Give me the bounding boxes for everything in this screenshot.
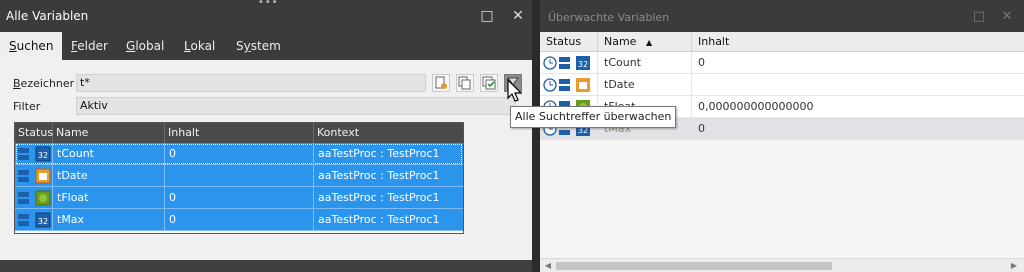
- table-row[interactable]: 32 tCount 0: [540, 52, 1024, 74]
- column-header-inhalt[interactable]: Inhalt: [692, 32, 1024, 52]
- mouse-cursor-icon: [507, 78, 523, 102]
- scroll-left-icon[interactable]: ◀: [542, 260, 554, 272]
- inhalt-cell: [692, 74, 1024, 96]
- date-type-icon: [576, 78, 590, 92]
- check-all-icon[interactable]: [480, 74, 498, 92]
- inhalt-cell: 0: [165, 209, 314, 231]
- filter-dropdown[interactable]: Aktiv: [76, 97, 516, 115]
- filter-label: Filter: [13, 100, 41, 113]
- tab-system[interactable]: System: [227, 32, 290, 60]
- copy-icon[interactable]: [456, 74, 474, 92]
- inhalt-cell: [165, 165, 314, 187]
- int-type-icon: 32: [576, 56, 590, 70]
- tab-bar: Suchen Felder Global Lokal System: [0, 32, 532, 60]
- table-row[interactable]: tFloat 0 aaTestProc : TestProc1: [15, 187, 463, 209]
- title-bar[interactable]: Überwachte Variablen □ ✕: [540, 0, 1024, 32]
- table-row[interactable]: tDate aaTestProc : TestProc1: [15, 165, 463, 187]
- grid-header: Status Name ▲ Inhalt: [540, 32, 1024, 52]
- name-cell: tCount: [53, 143, 165, 165]
- kontext-cell: aaTestProc : TestProc1: [318, 191, 440, 204]
- int-type-icon: 32: [35, 212, 51, 228]
- name-cell: tCount: [598, 52, 692, 74]
- status-cell: [15, 187, 53, 209]
- svg-text:32: 32: [38, 217, 48, 226]
- kontext-cell: aaTestProc : TestProc1: [318, 213, 440, 226]
- maximize-button[interactable]: □: [970, 8, 988, 26]
- close-button[interactable]: ✕: [998, 8, 1016, 26]
- window-title: Alle Variablen: [6, 9, 89, 23]
- grid-header: Status Name Inhalt Kontext: [15, 123, 463, 143]
- status-cell: 32: [15, 209, 53, 231]
- inhalt-cell: 0: [698, 56, 705, 69]
- status-cell: 32: [540, 52, 598, 74]
- column-header-name[interactable]: Name: [53, 123, 165, 143]
- status-cell: 32: [15, 143, 53, 165]
- clock-icon: [543, 78, 557, 92]
- inhalt-cell: 0: [165, 187, 314, 209]
- kontext-cell: aaTestProc : TestProc1: [318, 147, 440, 160]
- scroll-right-icon[interactable]: ▶: [1008, 260, 1020, 272]
- clock-icon: [543, 56, 557, 70]
- search-results-grid: Status Name Inhalt Kontext 32 tCount 0 a…: [14, 122, 464, 234]
- table-row[interactable]: tDate: [540, 74, 1024, 96]
- variable-icon: [559, 79, 570, 91]
- tab-suchen[interactable]: Suchen: [0, 32, 63, 60]
- name-cell: tDate: [53, 165, 165, 187]
- title-bar[interactable]: Alle Variablen ••• □ ✕: [0, 0, 532, 32]
- kontext-cell: aaTestProc : TestProc1: [318, 169, 440, 182]
- date-type-icon: [35, 168, 51, 184]
- table-row[interactable]: 32 tCount 0 aaTestProc : TestProc1: [15, 143, 463, 165]
- column-header-kontext[interactable]: Kontext: [314, 123, 463, 143]
- column-header-status[interactable]: Status: [15, 123, 53, 143]
- int-type-icon: 32: [35, 146, 51, 162]
- inhalt-cell: 0: [698, 122, 705, 135]
- all-variables-window: Alle Variablen ••• □ ✕ Suchen Felder Glo…: [0, 0, 532, 272]
- tab-global[interactable]: Global: [117, 32, 173, 60]
- maximize-button[interactable]: □: [476, 6, 498, 26]
- float-type-icon: [35, 190, 51, 206]
- bezeichner-label: Bezeichner: [13, 77, 75, 90]
- tooltip: Alle Suchtreffer überwachen: [510, 106, 677, 128]
- svg-text:32: 32: [578, 60, 588, 69]
- name-cell: tDate: [598, 74, 692, 96]
- variable-icon: [18, 214, 29, 226]
- scrollbar-thumb[interactable]: [556, 262, 832, 270]
- status-cell: [15, 165, 53, 187]
- column-header-status[interactable]: Status: [540, 32, 598, 52]
- status-cell: [540, 74, 598, 96]
- svg-text:32: 32: [38, 151, 48, 160]
- close-button[interactable]: ✕: [507, 6, 529, 26]
- variable-icon: [559, 57, 570, 69]
- horizontal-scrollbar[interactable]: ◀ ▶: [540, 258, 1024, 272]
- table-row[interactable]: 32 tMax 0 aaTestProc : TestProc1: [15, 209, 463, 231]
- variable-icon: [18, 170, 29, 182]
- sort-ascending-icon: ▲: [645, 38, 653, 47]
- name-cell: tFloat: [53, 187, 165, 209]
- tab-felder[interactable]: Felder: [62, 32, 117, 60]
- column-header-name[interactable]: Name ▲: [598, 32, 692, 52]
- variable-icon: [18, 148, 29, 160]
- bezeichner-input[interactable]: t*: [76, 74, 426, 92]
- window-title: Überwachte Variablen: [548, 11, 670, 24]
- new-document-icon[interactable]: [432, 74, 450, 92]
- drag-grip-icon[interactable]: •••: [258, 0, 279, 8]
- name-cell: tMax: [53, 209, 165, 231]
- tab-lokal[interactable]: Lokal: [175, 32, 224, 60]
- inhalt-cell: 0: [165, 143, 314, 165]
- search-panel: Bezeichner t* Filter Aktiv Status Name I…: [0, 60, 532, 260]
- column-header-inhalt[interactable]: Inhalt: [165, 123, 314, 143]
- watched-variables-window: Überwachte Variablen □ ✕ Status Name ▲ I…: [540, 0, 1024, 272]
- variable-icon: [18, 192, 29, 204]
- inhalt-cell: 0,000000000000000: [698, 100, 814, 113]
